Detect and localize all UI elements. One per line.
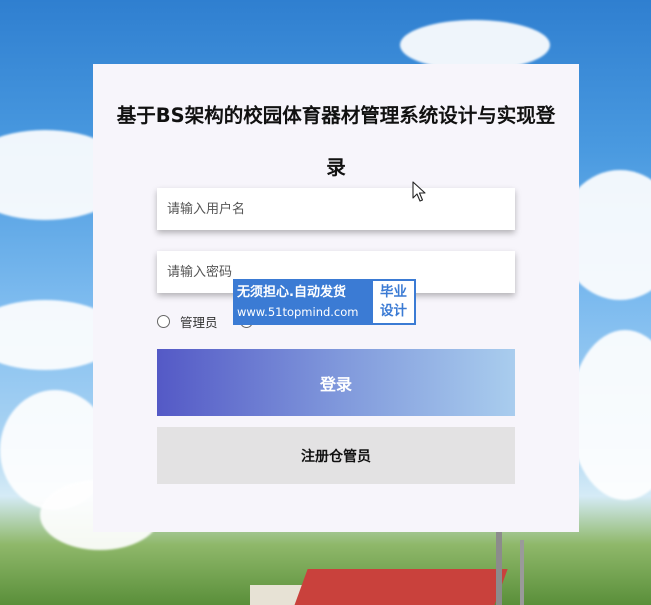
utility-pole bbox=[496, 530, 502, 605]
register-button[interactable]: 注册仓管员 bbox=[157, 427, 515, 484]
building-roof bbox=[292, 569, 508, 605]
cloud bbox=[570, 330, 651, 500]
role-option-admin[interactable]: 管理员 bbox=[157, 312, 218, 331]
username-input[interactable] bbox=[157, 188, 515, 230]
role-option-label: 管理员 bbox=[180, 315, 218, 330]
cloud bbox=[400, 20, 550, 70]
watermark-slogan: 无须担心.自动发货 bbox=[237, 285, 346, 300]
watermark-badge-line: 设计 bbox=[380, 303, 407, 319]
watermark-badge-line: 毕业 bbox=[380, 284, 407, 300]
radio-button[interactable] bbox=[157, 315, 170, 328]
watermark-banner: 无须担心.自动发货 www.51topmind.com 毕业 设计 bbox=[233, 279, 416, 325]
watermark-badge: 毕业 设计 bbox=[373, 281, 414, 323]
watermark-text: 无须担心.自动发货 www.51topmind.com bbox=[233, 279, 371, 325]
utility-pole bbox=[520, 540, 524, 605]
watermark-url: www.51topmind.com bbox=[237, 305, 359, 319]
login-button[interactable]: 登录 bbox=[157, 349, 515, 416]
mouse-pointer-icon bbox=[412, 181, 426, 202]
page-title: 基于BS架构的校园体育器材管理系统设计与实现登录 bbox=[116, 104, 556, 179]
